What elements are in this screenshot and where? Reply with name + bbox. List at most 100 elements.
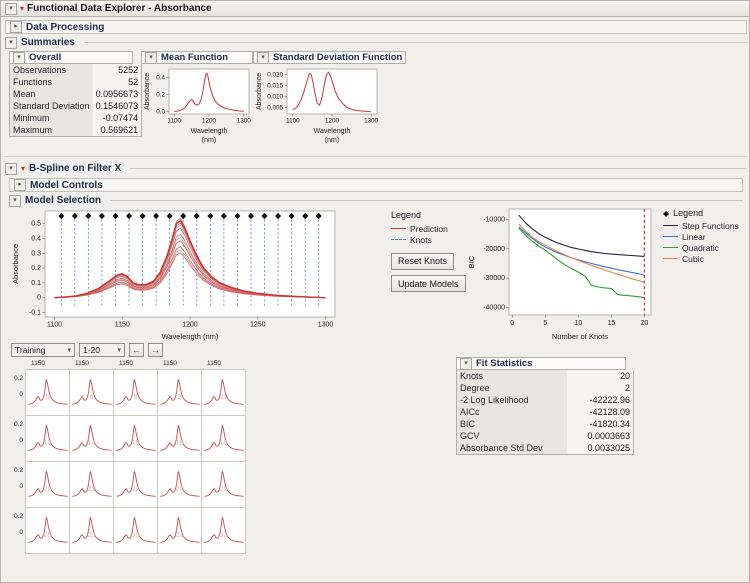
chevron-down-icon: ▾ [117, 347, 121, 354]
fit-statistics-panel-header[interactable]: ▾ Fit Statistics [456, 357, 626, 370]
function-cell[interactable]: 22 [113, 461, 158, 508]
fit-statistics-table: Knots 20 Degree 2 -2 Log Likelihood -42222.96… [456, 370, 634, 455]
training-select[interactable]: Training ▾ [11, 343, 75, 357]
function-sparkline [116, 470, 156, 497]
table-row: Minimum -0.07474 [9, 112, 142, 124]
disclosure-closed-icon[interactable]: ▸ [14, 179, 26, 191]
function-cell[interactable]: 28 [25, 507, 70, 554]
grid-ytick-label: 0.2 [13, 513, 23, 520]
legend-label: Step Functions [682, 220, 739, 231]
std-function-panel: ▾ Standard Deviation Function 1100 1200 13… [253, 51, 407, 151]
function-sparkline [160, 516, 200, 543]
disclosure-open-icon[interactable]: ▾ [257, 51, 269, 64]
red-triangle-menu-icon[interactable]: ▾ [21, 164, 25, 173]
svg-text:1300: 1300 [364, 118, 379, 125]
table-row: Maximum 0.569621 [9, 124, 142, 137]
function-id-label: 31 [175, 532, 184, 539]
table-row: Standard Deviation 0.1546073 [9, 100, 142, 112]
svg-text:1100: 1100 [47, 322, 62, 329]
function-id-label: 24 [175, 486, 184, 493]
function-cell[interactable]: 21 [69, 461, 114, 508]
chart-svg: 0 5 10 15 20 -10000 -20000 -30000 -40000 BIC Numbe… [467, 208, 652, 341]
svg-text:0.2: 0.2 [31, 265, 41, 272]
svg-text:5: 5 [543, 320, 547, 327]
model-fit-plot[interactable]: 1100 1150 1200 1250 1300 -0.1 0 0.1 0.2 0.3 0.4 0.5… [9, 203, 344, 348]
function-cell[interactable]: 31 [157, 507, 202, 554]
disclosure-open-icon[interactable]: ▾ [460, 357, 472, 370]
disclosure-closed-icon[interactable]: ▸ [10, 21, 22, 33]
function-sparkline [28, 516, 68, 543]
disclosure-open-icon[interactable]: ▾ [5, 162, 17, 175]
function-cell[interactable]: 18 [157, 415, 202, 462]
next-page-button[interactable]: → [148, 343, 163, 357]
overall-panel-header[interactable]: ▾ Overall [9, 51, 133, 64]
functions-grid: 1150 1150 1150 1150 1150 0.2 0 0.2 0 0.2 0 0.2 0 5 6 8 9… [11, 360, 247, 555]
report-disclosure-icon[interactable]: ▾ [5, 2, 17, 15]
reset-knots-button[interactable]: Reset Knots [391, 252, 455, 270]
legend-header: ◆ Legend [663, 208, 749, 218]
function-cell[interactable]: 6 [69, 369, 114, 416]
svg-text:1100: 1100 [286, 118, 300, 125]
header-rule [110, 200, 743, 201]
function-cell[interactable]: 20 [25, 461, 70, 508]
std-function-panel-header[interactable]: ▾ Standard Deviation Function [253, 51, 407, 64]
function-cell[interactable]: 14 [69, 415, 114, 462]
svg-text:0: 0 [37, 295, 41, 302]
function-cell[interactable]: 33 [201, 507, 246, 554]
function-cell[interactable]: 24 [157, 461, 202, 508]
svg-text:BIC: BIC [467, 255, 476, 268]
bic-legend: ◆ Legend Step Functions Linear Quadratic Cu… [663, 208, 749, 264]
svg-text:0.010: 0.010 [267, 93, 283, 100]
legend-label: Prediction [410, 223, 448, 234]
left-arrow-icon: ← [132, 345, 141, 355]
table-row: -2 Log Likelihood -42222.96 [456, 394, 634, 406]
grid-ytick-label: 0 [19, 391, 23, 398]
svg-text:0.005: 0.005 [267, 104, 283, 111]
model-controls-header[interactable]: ▸ Model Controls [9, 178, 743, 192]
function-cell[interactable]: 19 [201, 415, 246, 462]
disclosure-open-icon[interactable]: ▾ [145, 51, 157, 64]
svg-text:0.2: 0.2 [156, 91, 165, 98]
prev-page-button[interactable]: ← [129, 343, 144, 357]
function-cell[interactable]: 15 [113, 415, 158, 462]
function-cell[interactable]: 30 [113, 507, 158, 554]
function-cell[interactable]: 26 [201, 461, 246, 508]
function-cell[interactable]: 29 [69, 507, 114, 554]
disclosure-open-icon[interactable]: ▾ [13, 51, 25, 64]
function-sparkline [204, 424, 244, 451]
function-cell[interactable]: 5 [25, 369, 70, 416]
legend-items: Step Functions Linear Quadratic Cubic [663, 220, 749, 264]
function-cell[interactable]: 11 [201, 369, 246, 416]
svg-text:1200: 1200 [182, 322, 198, 329]
stat-value: 0.1546073 [92, 100, 142, 112]
chevron-down-icon: ▾ [67, 347, 71, 354]
grid-xtick-label: 1150 [119, 360, 133, 367]
svg-text:0.4: 0.4 [156, 74, 165, 81]
section-title: Summaries [21, 37, 75, 48]
svg-text:-40000: -40000 [483, 305, 505, 312]
function-sparkline [72, 378, 112, 405]
function-cell[interactable]: 9 [157, 369, 202, 416]
report-title-bar: ▾ ▾ Functional Data Explorer - Absorbanc… [1, 1, 749, 17]
red-triangle-menu-icon[interactable]: ▾ [20, 4, 24, 13]
legend-item: Cubic [663, 253, 749, 264]
grid-xtick-label: 1150 [207, 360, 221, 367]
mean-function-panel-header[interactable]: ▾ Mean Function [141, 51, 253, 64]
svg-text:0.015: 0.015 [267, 82, 283, 89]
legend-item: Quadratic [663, 242, 749, 253]
svg-text:0.4: 0.4 [31, 235, 41, 242]
range-select[interactable]: 1-20 ▾ [79, 343, 125, 357]
svg-text:1150: 1150 [115, 322, 130, 329]
disclosure-open-icon[interactable]: ▾ [5, 36, 17, 49]
bic-plot: 0 5 10 15 20 -10000 -20000 -30000 -40000 BIC Numbe… [467, 203, 659, 353]
function-cell[interactable]: 13 [25, 415, 70, 462]
svg-text:-10000: -10000 [483, 216, 505, 223]
function-id-label: 18 [175, 440, 184, 447]
mean-function-panel: ▾ Mean Function 1100 1200 1300 0.0 0.2 0.4 Abs… [141, 51, 253, 151]
function-cell[interactable]: 8 [113, 369, 158, 416]
data-processing-header[interactable]: ▸ Data Processing [5, 20, 747, 34]
function-id-label: 8 [133, 394, 138, 401]
function-id-label: 22 [131, 486, 140, 493]
update-models-button[interactable]: Update Models [391, 275, 466, 292]
svg-text:Wavelength: Wavelength [314, 128, 351, 135]
